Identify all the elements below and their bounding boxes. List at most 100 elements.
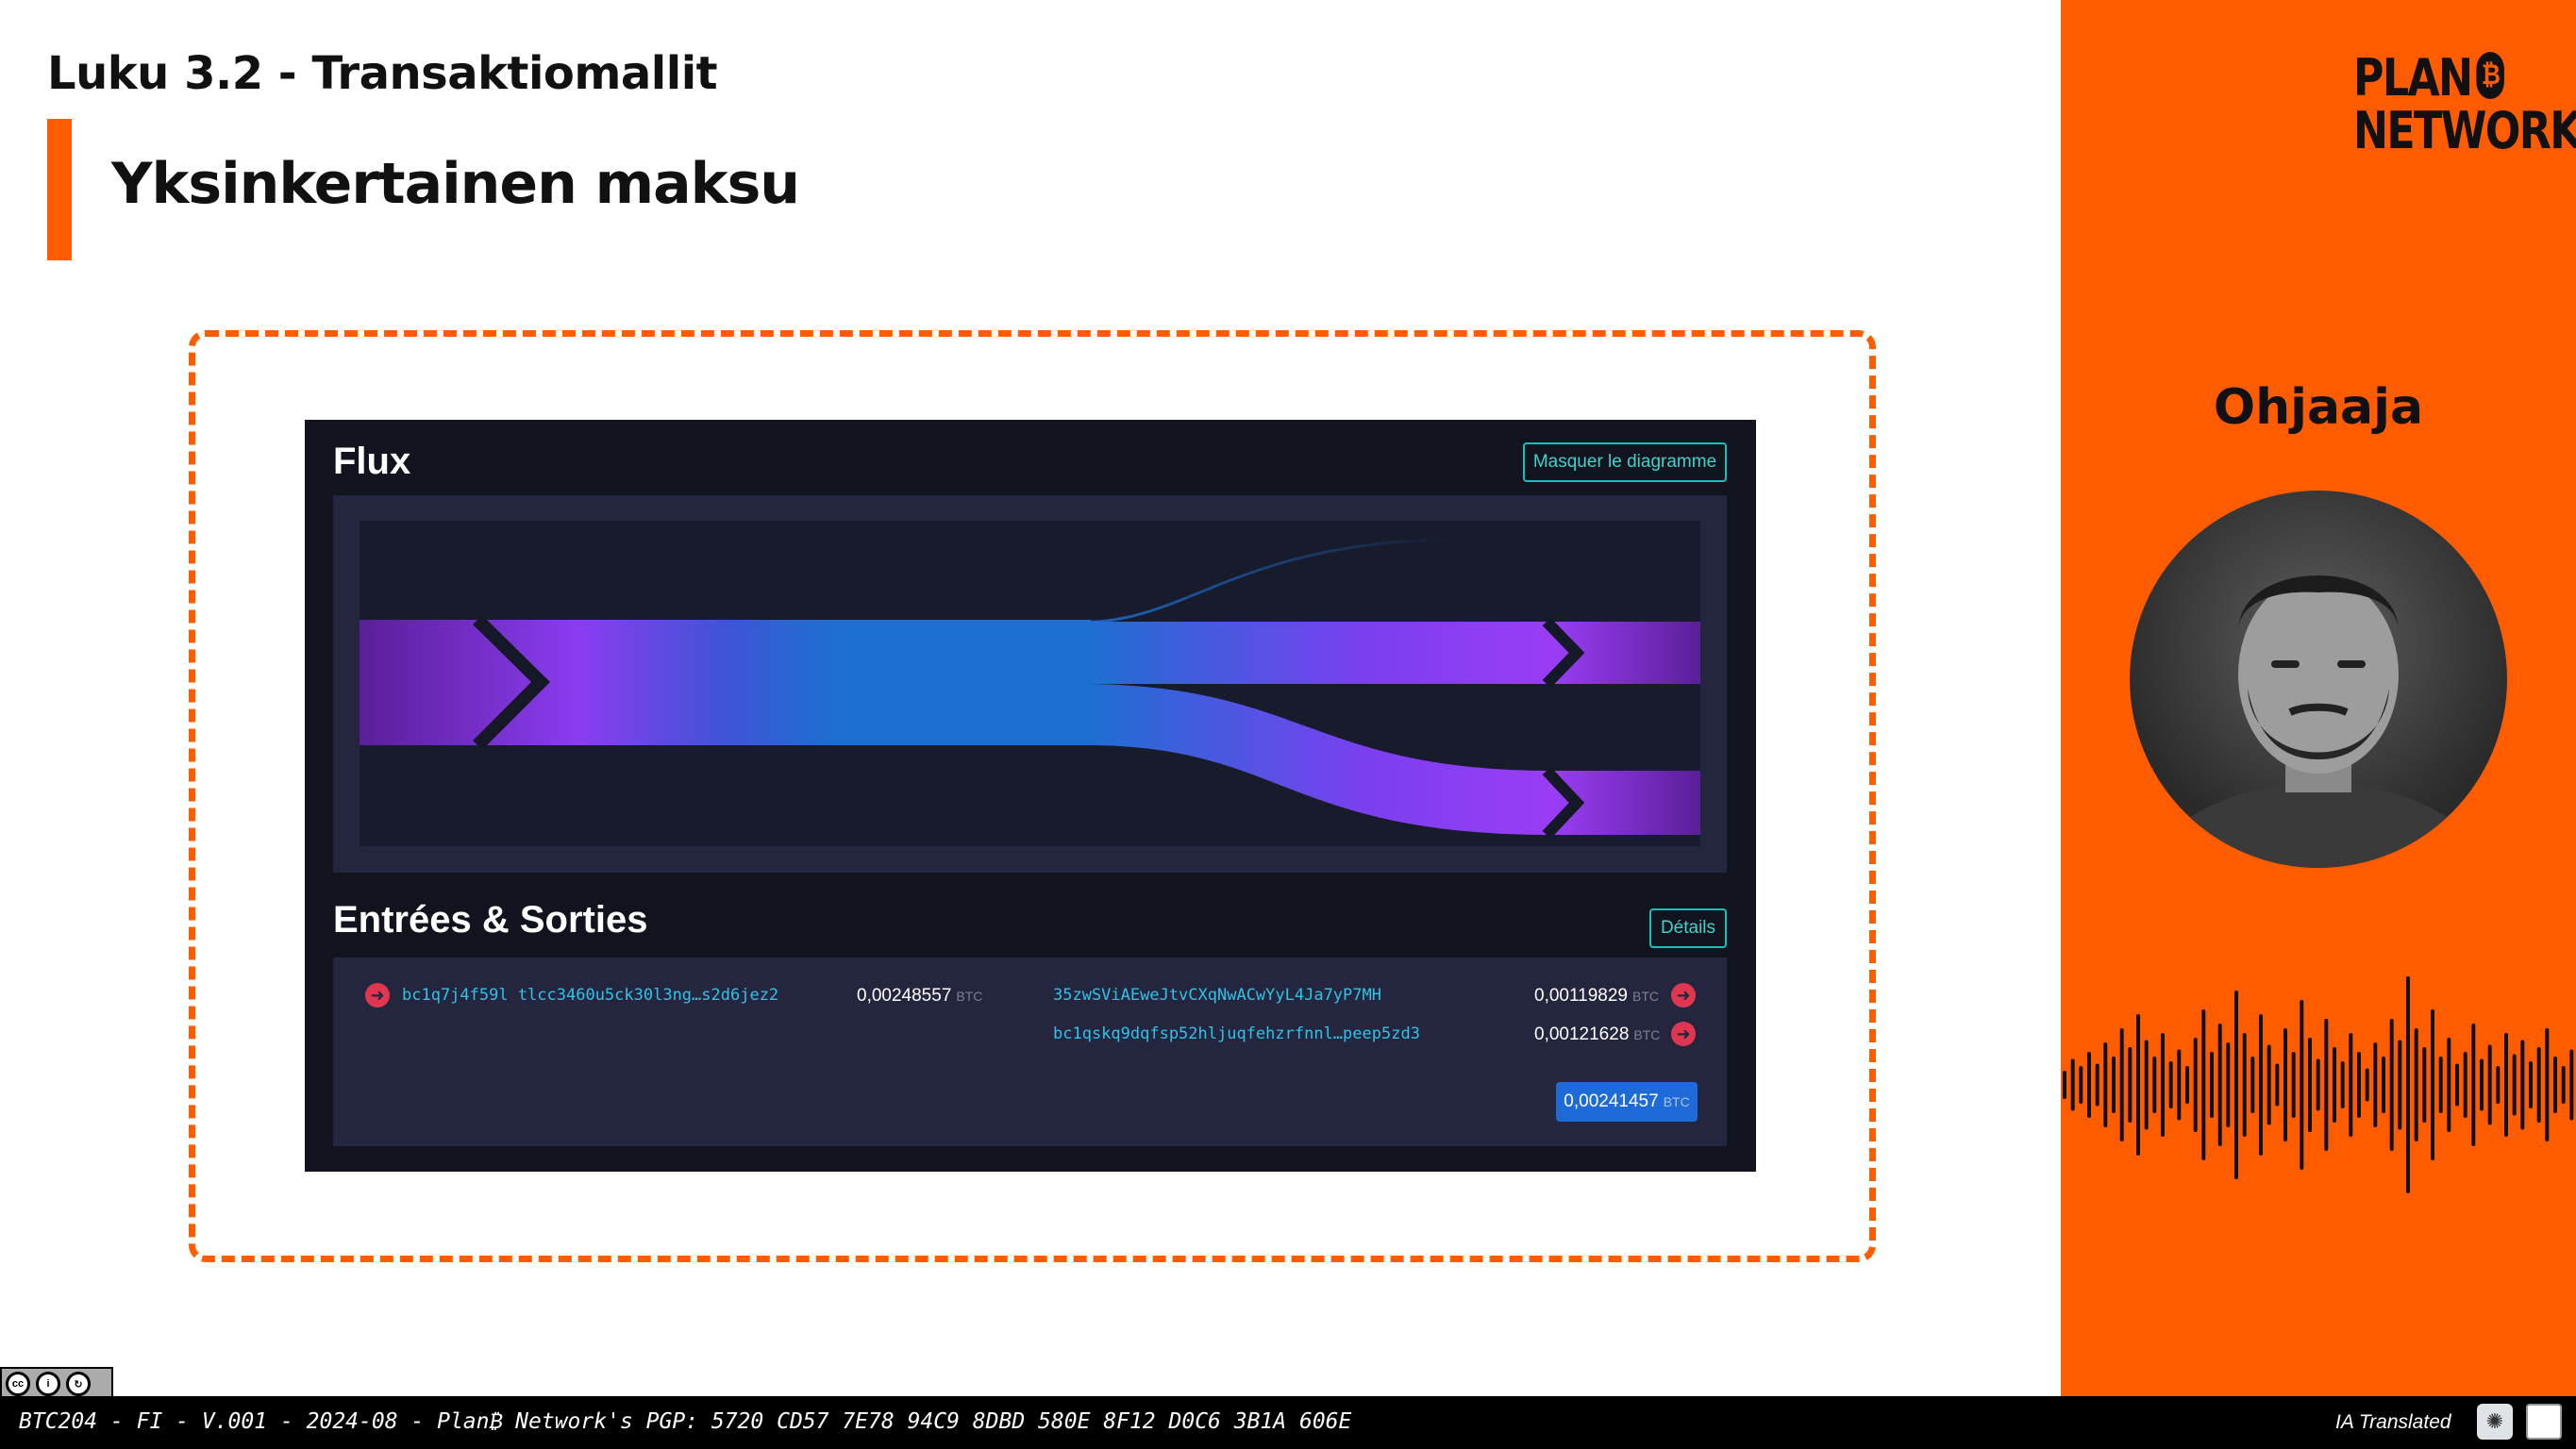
waveform-bar <box>2112 1057 2116 1113</box>
waveform-bar <box>2365 1068 2369 1102</box>
waveform-bar <box>2373 1042 2378 1127</box>
by-icon: i <box>36 1372 60 1396</box>
output-flow-2 <box>1086 684 1553 835</box>
sa-icon: ↻ <box>66 1372 91 1396</box>
waveform-bar <box>2545 1028 2550 1141</box>
waveform-bar <box>2333 1047 2336 1123</box>
waveform-bar <box>2079 1066 2083 1104</box>
waveform-bar <box>2168 1061 2173 1108</box>
waveform-bar <box>2520 1040 2525 1130</box>
input-amount-value: 0,00248557 <box>857 986 952 1006</box>
output-address-link-2[interactable]: bc1qskq9dqfsp52hljuqfehzrfnnl…peep5zd3 <box>1053 1024 1420 1043</box>
waveform-bar <box>2070 1058 2075 1111</box>
output-flow-1 <box>1086 622 1553 684</box>
mempool-panel: Flux Masquer le diagramme Entrées & Sort… <box>305 420 1756 1172</box>
waveform-bar <box>2406 976 2410 1193</box>
waveform-bar <box>2569 1049 2574 1121</box>
waveform-bar <box>2095 1063 2099 1107</box>
document-icon <box>2526 1404 2562 1440</box>
output-address-link-1[interactable]: 35zwSViAEweJtvCXqNwACwYyL4Ja7yP7MH <box>1053 986 1381 1005</box>
input-arrow-icon[interactable]: ➜ <box>365 983 390 1008</box>
footer-bar: BTC204 - FI - V.001 - 2024-08 - Plan₿ Ne… <box>0 1396 2576 1449</box>
output-amount-unit-1: BTC <box>1631 989 1659 1004</box>
waveform-bar <box>2152 1057 2157 1113</box>
input-amount: 0,00248557 BTC <box>857 986 982 1007</box>
input-address-link[interactable]: bc1q7j4f59l tlcc3460u5ck30l3ng…s2d6jez2 <box>402 986 778 1005</box>
waveform-bar <box>2185 1066 2189 1104</box>
waveform-bar <box>2480 1058 2484 1111</box>
ia-translated-label: IA Translated <box>2335 1411 2451 1433</box>
waveform-bar <box>2063 1071 2066 1099</box>
input-flow <box>360 620 1091 745</box>
waveform-bar <box>2250 1057 2255 1113</box>
section-title: Yksinkertainen maksu <box>111 151 800 217</box>
waveform-bar <box>2512 1054 2517 1116</box>
waveform-bar <box>2226 1042 2231 1127</box>
output-amount-value-1: 0,00119829 <box>1534 986 1628 1006</box>
waveform-bar <box>2340 1061 2345 1108</box>
waveform-bar <box>2561 1066 2566 1104</box>
output-arrow-icon-1[interactable]: ➜ <box>1671 983 1696 1008</box>
details-button[interactable]: Détails <box>1649 908 1727 948</box>
output-amount-unit-2: BTC <box>1633 1027 1661 1042</box>
output-amount-1: 0,00119829 BTC <box>1534 986 1659 1007</box>
waveform-bar <box>2161 1033 2165 1137</box>
waveform-bar <box>2144 1040 2149 1130</box>
waveform-bar <box>2536 1047 2541 1123</box>
plan-b-network-logo: PLAN ₿ NETWORK <box>2353 52 2576 158</box>
waveform-bar <box>2300 1000 2304 1170</box>
waveform-bar <box>2357 1052 2361 1118</box>
waveform-bar <box>2496 1066 2501 1104</box>
waveform-bar <box>2349 1033 2353 1137</box>
waveform-bar <box>2316 1058 2320 1111</box>
logo-line1: PLAN <box>2353 48 2473 108</box>
total-amount-unit: BTC <box>1663 1094 1690 1109</box>
cc-icon: cc <box>6 1372 30 1396</box>
hide-diagram-button[interactable]: Masquer le diagramme <box>1523 442 1727 482</box>
waveform-bar <box>2463 1052 2467 1118</box>
waveform-bar <box>2487 1044 2492 1125</box>
waveform-bar <box>2291 1052 2296 1118</box>
waveform-bar <box>2210 1052 2214 1118</box>
flux-title: Flux <box>333 441 411 482</box>
waveform-bar <box>2308 1038 2312 1132</box>
avatar-portrait <box>2145 575 2492 868</box>
output-amount-value-2: 0,00121628 <box>1534 1024 1630 1044</box>
fee-flow <box>1086 538 1454 624</box>
waveform-bar <box>2398 1040 2402 1130</box>
waveform-bar <box>2422 1047 2427 1123</box>
sidebar: PLAN ₿ NETWORK Ohjaaja <box>2061 0 2576 1396</box>
total-amount-badge: 0,00241457 BTC <box>1556 1082 1698 1122</box>
io-list: ➜ bc1q7j4f59l tlcc3460u5ck30l3ng…s2d6jez… <box>333 958 1727 1146</box>
waveform-bar <box>2431 1009 2434 1160</box>
waveform-bar <box>2455 1063 2459 1107</box>
waveform-bar <box>2283 1028 2287 1141</box>
waveform-bar <box>2193 1038 2198 1132</box>
waveform-bar <box>2471 1024 2476 1146</box>
waveform-bar <box>2529 1061 2533 1108</box>
waveform-bar <box>2242 1033 2247 1137</box>
waveform-bar <box>2414 1028 2418 1141</box>
waveform-bar <box>2553 1057 2557 1113</box>
waveform-bar <box>2128 1047 2133 1123</box>
waveform-bar <box>2103 1042 2108 1127</box>
waveform-bar <box>2136 1014 2140 1156</box>
logo-line2: NETWORK <box>2353 101 2576 160</box>
input-amount-unit: BTC <box>956 989 983 1004</box>
waveform-bar <box>2259 1014 2263 1156</box>
waveform-bar <box>2119 1028 2124 1141</box>
waveform-bar <box>2201 1009 2206 1160</box>
waveform-bar <box>2217 1024 2222 1146</box>
openai-icon: ✺ <box>2477 1404 2513 1440</box>
bitcoin-coin-icon: ₿ <box>2476 52 2504 99</box>
footer-version-text: BTC204 - FI - V.001 - 2024-08 - Plan₿ Ne… <box>19 1409 1352 1434</box>
waveform-bar <box>2267 1044 2271 1125</box>
title-accent-bar <box>47 119 72 260</box>
waveform-bar <box>2438 1057 2443 1113</box>
total-amount-value: 0,00241457 <box>1564 1091 1659 1111</box>
output-arrow-icon-2[interactable]: ➜ <box>1671 1022 1696 1046</box>
waveform-bar <box>2087 1052 2091 1118</box>
flow-diagram-svg <box>360 538 1700 840</box>
output-amount-2: 0,00121628 BTC <box>1534 1024 1660 1045</box>
waveform-bar <box>2324 1019 2329 1151</box>
